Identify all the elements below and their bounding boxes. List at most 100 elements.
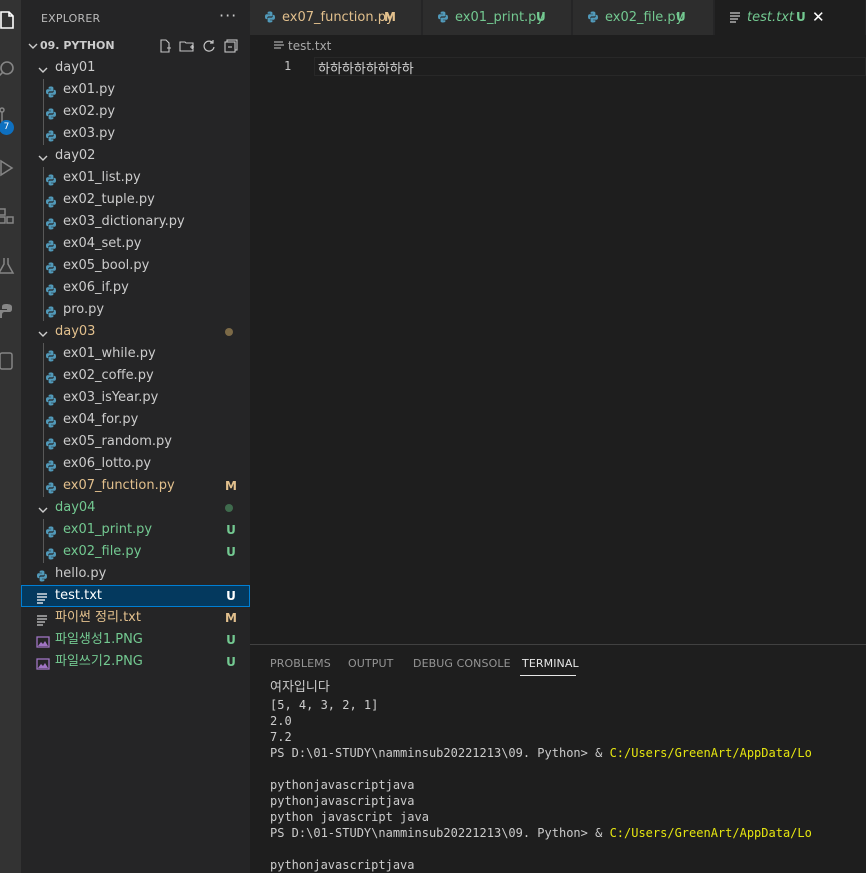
file-ex01-while-py[interactable]: ex01_while.py <box>21 343 250 365</box>
file-ex01-list-py[interactable]: ex01_list.py <box>21 167 250 189</box>
explorer-icon[interactable] <box>0 5 21 35</box>
collapse-all-icon[interactable] <box>223 38 239 54</box>
tree-item-label: ex01_list.py <box>63 170 141 185</box>
active-tab-indicator <box>520 675 576 676</box>
tab-output[interactable]: OUTPUT <box>348 657 393 670</box>
terminal-command-path: C:/Users/GreenArt/AppData/Lo <box>609 746 812 760</box>
tab-label: ex07_function.py <box>282 10 394 25</box>
new-folder-icon[interactable] <box>179 38 195 54</box>
git-status-badge: M <box>225 479 237 493</box>
file-ex02-tuple-py[interactable]: ex02_tuple.py <box>21 189 250 211</box>
modified-dot <box>225 328 233 336</box>
file-ex05-bool-py[interactable]: ex05_bool.py <box>21 255 250 277</box>
indent-guide <box>43 233 44 255</box>
bottom-panel: PROBLEMS OUTPUT DEBUG CONSOLE TERMINAL 여… <box>250 644 866 873</box>
file-ex04-set-py[interactable]: ex04_set.py <box>21 233 250 255</box>
file-hello-py[interactable]: hello.py <box>21 563 250 585</box>
terminal-output[interactable]: 여자입니다 [5, 4, 3, 2, 1] 2.0 7.2 PS D:\01-STUDY… <box>270 679 866 873</box>
explorer-title: EXPLORER <box>41 12 101 25</box>
tab-label: test.txt <box>747 10 794 25</box>
file-ex01-print-py[interactable]: ex01_print.py U <box>21 519 250 541</box>
indent-guide <box>43 365 44 387</box>
file-파일생성1-png[interactable]: 파일생성1.PNG U <box>21 629 250 651</box>
tree-item-label: pro.py <box>63 302 105 317</box>
tree-item-label: ex04_set.py <box>63 236 142 251</box>
file-ex01-py[interactable]: ex01.py <box>21 79 250 101</box>
file-ex03-isyear-py[interactable]: ex03_isYear.py <box>21 387 250 409</box>
refresh-icon[interactable] <box>201 38 217 54</box>
folder-day02[interactable]: day02 <box>21 145 250 167</box>
file-파일쓰기2-png[interactable]: 파일쓰기2.PNG U <box>21 651 250 673</box>
folder-day03[interactable]: day03 <box>21 321 250 343</box>
file-ex03-dictionary-py[interactable]: ex03_dictionary.py <box>21 211 250 233</box>
folder-day01[interactable]: day01 <box>21 57 250 79</box>
git-status-badge: M <box>225 611 237 625</box>
folder-day04[interactable]: day04 <box>21 497 250 519</box>
file-ex02-file-py[interactable]: ex02_file.py U <box>21 541 250 563</box>
tree-item-label: day04 <box>55 500 96 515</box>
close-icon[interactable]: ✕ <box>812 8 825 26</box>
file-ex06-if-py[interactable]: ex06_if.py <box>21 277 250 299</box>
modified-dot <box>225 504 233 512</box>
editor-line-1[interactable]: 하하하하하하하하 <box>318 58 414 77</box>
search-icon[interactable] <box>0 54 21 84</box>
terminal-line: 2.0 <box>270 714 292 728</box>
python-icon[interactable] <box>0 296 21 326</box>
indent-guide <box>43 541 44 563</box>
indent-guide <box>43 519 44 541</box>
tree-item-label: ex02_tuple.py <box>63 192 155 207</box>
terminal-line: 여자입니다 <box>270 680 330 695</box>
indent-guide <box>43 123 44 145</box>
workspace-section-header[interactable]: 09. PYTHON <box>21 35 250 57</box>
indent-guide <box>43 79 44 101</box>
text-editor[interactable]: 1 하하하하하하하하 <box>250 57 866 644</box>
file-ex04-for-py[interactable]: ex04_for.py <box>21 409 250 431</box>
git-status-badge: U <box>226 655 236 669</box>
file-ex03-py[interactable]: ex03.py <box>21 123 250 145</box>
indent-guide <box>43 409 44 431</box>
tree-item-label: day03 <box>55 324 96 339</box>
file-ex05-random-py[interactable]: ex05_random.py <box>21 431 250 453</box>
tree-item-label: ex01_while.py <box>63 346 156 361</box>
tree-item-label: ex02.py <box>63 104 116 119</box>
tree-item-label: ex01_print.py <box>63 522 153 537</box>
breadcrumb-file[interactable]: test.txt <box>288 39 331 53</box>
terminal-prompt: PS D:\01-STUDY\namminsub20221213\09. Pyt… <box>270 826 610 840</box>
indent-guide <box>43 475 44 497</box>
file-ex07-function-py[interactable]: ex07_function.py M <box>21 475 250 497</box>
file-ex02-coffe-py[interactable]: ex02_coffe.py <box>21 365 250 387</box>
git-status-badge: U <box>536 10 546 24</box>
tab-problems[interactable]: PROBLEMS <box>270 657 331 670</box>
indent-guide <box>43 277 44 299</box>
tree-item-label: ex01.py <box>63 82 116 97</box>
new-file-icon[interactable] <box>157 38 173 54</box>
tree-item-label: ex04_for.py <box>63 412 139 427</box>
file-pro-py[interactable]: pro.py <box>21 299 250 321</box>
remote-icon[interactable] <box>0 345 21 375</box>
extensions-icon[interactable] <box>0 200 21 230</box>
tree-item-label: ex03_dictionary.py <box>63 214 185 229</box>
file-test-txt[interactable]: test.txt U <box>21 585 250 607</box>
tab-ex07-function-py[interactable]: ex07_function.py M <box>250 0 422 35</box>
tree-item-label: test.txt <box>55 588 102 603</box>
indent-guide <box>43 431 44 453</box>
tab-ex02-file-py[interactable]: ex02_file.py U <box>573 0 714 35</box>
file-ex06-lotto-py[interactable]: ex06_lotto.py <box>21 453 250 475</box>
git-status-badge: U <box>676 10 686 24</box>
run-debug-icon[interactable] <box>0 152 21 182</box>
line-number: 1 <box>284 59 292 73</box>
git-status-badge: M <box>384 10 396 24</box>
indent-guide <box>43 453 44 475</box>
indent-guide <box>43 299 44 321</box>
file-파이썬-정리-txt[interactable]: 파이썬 정리.txt M <box>21 607 250 629</box>
file-ex02-py[interactable]: ex02.py <box>21 101 250 123</box>
tab-debug-console[interactable]: DEBUG CONSOLE <box>413 657 511 670</box>
tab-test-txt[interactable]: test.txt U ✕ <box>715 0 866 35</box>
tab-terminal[interactable]: TERMINAL <box>522 657 579 670</box>
tab-ex01-print-py[interactable]: ex01_print.py U <box>423 0 572 35</box>
more-actions-icon[interactable]: ··· <box>219 6 237 25</box>
testing-icon[interactable] <box>0 250 21 280</box>
tree-item-label: ex03_isYear.py <box>63 390 159 405</box>
terminal-line: PS D:\01-STUDY\namminsub20221213\09. Pyt… <box>270 745 866 761</box>
